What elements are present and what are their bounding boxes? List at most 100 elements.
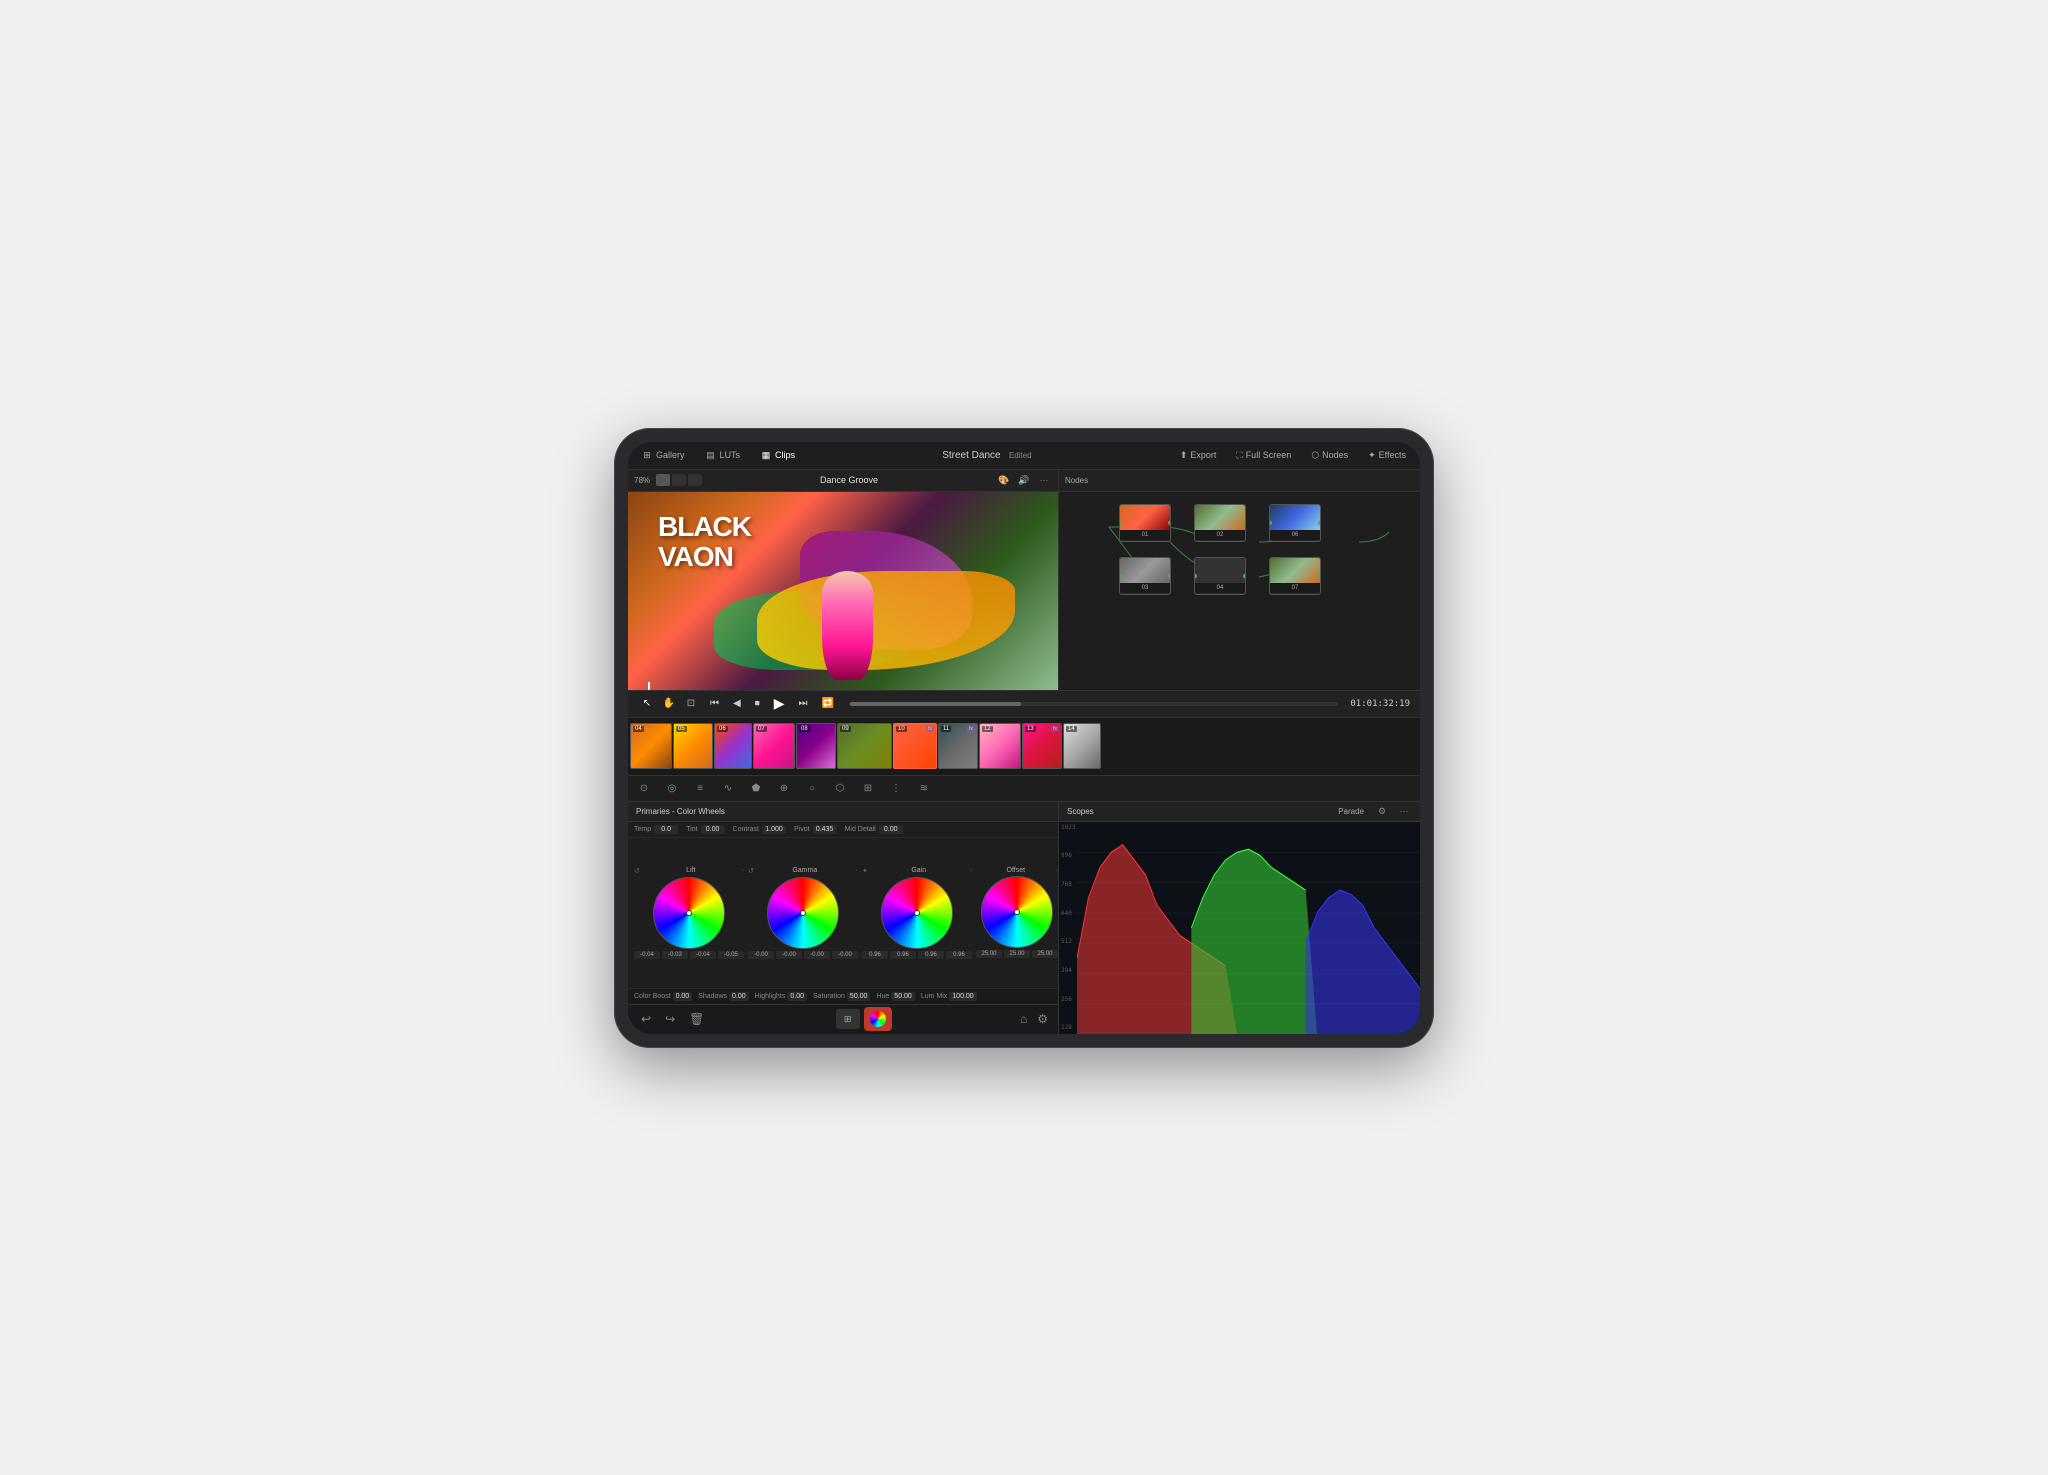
clip-06[interactable]: 06 [714,723,752,769]
scopes-settings-icon[interactable]: ⚙ [1374,803,1390,819]
lift-wheel[interactable] [653,877,725,949]
clip-08[interactable]: 08 [796,723,836,769]
view-full-btn[interactable] [656,474,670,486]
lift-dot-btn[interactable]: · [742,867,744,874]
view-split-btn[interactable] [672,474,686,486]
gamma-val-m[interactable]: -0.00 [832,951,858,959]
tint-value[interactable]: 0.00 [701,825,725,834]
nav-full-screen[interactable]: ⛶ Full Screen [1230,448,1297,463]
blur-icon[interactable]: ○ [802,778,822,798]
node-02-label: 02 [1195,530,1245,541]
color-boost-value[interactable]: 0.00 [673,992,693,1001]
nav-clips[interactable]: ▦ Clips [755,447,800,463]
lift-val-g[interactable]: -0.03 [662,951,688,959]
tracker-icon[interactable]: ⊞ [858,778,878,798]
lift-val-m[interactable]: -0.05 [718,951,744,959]
clip-11[interactable]: 11 fx [938,723,978,769]
gamma-wheel-cursor[interactable] [800,910,806,916]
skip-back-btn[interactable]: ⏮ [706,695,723,712]
gain-dot-btn[interactable]: · [970,867,972,874]
curves-icon[interactable]: ∿ [718,778,738,798]
arrow-tool[interactable]: ↖ [638,695,656,713]
gain-val-m[interactable]: 0.96 [946,951,972,959]
skip-forward-btn[interactable]: ⏭ [794,695,811,712]
crop-tool[interactable]: ⊡ [682,695,700,713]
clip-12[interactable]: 12 [979,723,1021,769]
gain-wheel[interactable] [881,877,953,949]
gamma-val-g[interactable]: -0.00 [776,951,802,959]
shadows-value[interactable]: 0.00 [729,992,749,1001]
offset-wheel[interactable] [981,876,1053,948]
stabilizer-icon[interactable]: ⋮ [886,778,906,798]
lift-val-r[interactable]: -0.04 [634,951,660,959]
node-06[interactable]: 06 [1269,504,1321,542]
loop-btn[interactable]: 🔁 [817,695,837,712]
clip-14[interactable]: 14 [1063,723,1101,769]
clip-07[interactable]: 07 [753,723,795,769]
gamma-val-r[interactable]: -0.00 [748,951,774,959]
gallery-icon: ⊞ [641,449,653,461]
offset-val-r[interactable]: 25.00 [976,950,1002,958]
nav-luts[interactable]: ▤ LUTs [700,447,746,463]
hand-tool[interactable]: ✋ [660,695,678,713]
clip-05[interactable]: 05 [673,723,713,769]
color-picker-icon[interactable]: 🎨 [996,472,1012,488]
stop-btn[interactable]: ⏹ [751,695,764,712]
wheels-icon[interactable]: ◎ [662,778,682,798]
undo-btn[interactable]: ↩ [638,1009,654,1029]
gamma-val-b[interactable]: -0.00 [804,951,830,959]
progress-bar[interactable] [850,702,1338,706]
pivot-label: Pivot [794,826,810,833]
nav-export[interactable]: ⬆ Export [1174,448,1223,463]
nav-effects[interactable]: ✦ Effects [1362,448,1412,463]
clip-09[interactable]: 09 [837,723,892,769]
clip-10[interactable]: 10 fx [893,723,937,769]
redo-btn[interactable]: ↪ [662,1009,678,1029]
gain-wheel-cursor[interactable] [914,910,920,916]
offset-val-g[interactable]: 25.00 [1004,950,1030,958]
node-02[interactable]: 02 [1194,504,1246,542]
temp-value[interactable]: 0.0 [654,825,678,834]
delete-btn[interactable]: 🗑 [686,1009,707,1029]
highlights-value[interactable]: 0.00 [787,992,807,1001]
nav-nodes[interactable]: ⬡ Nodes [1305,448,1354,463]
node-04[interactable]: 04 [1194,557,1246,595]
gain-val-b[interactable]: 0.96 [918,951,944,959]
bars-icon[interactable]: ≡ [690,778,710,798]
more-options-icon[interactable]: ··· [1036,472,1052,488]
clip-13[interactable]: 13 fx [1022,723,1062,769]
gamma-dot-btn[interactable]: · [856,867,858,874]
prev-frame-btn[interactable]: ◀ [729,695,745,712]
lift-wheel-cursor[interactable] [686,910,692,916]
play-btn[interactable]: ▶ [770,692,789,715]
audio-icon[interactable]: 🔊 [1016,472,1032,488]
settings-btn[interactable]: ⚙ [1037,1012,1048,1026]
eyedropper-icon[interactable]: ⊕ [774,778,794,798]
gain-val-r[interactable]: 0.96 [862,951,888,959]
home-btn[interactable]: ⌂ [1020,1012,1027,1026]
node-03[interactable]: 03 [1119,557,1171,595]
clip-04[interactable]: 04 [630,723,672,769]
contrast-value[interactable]: 1.000 [762,825,786,834]
mid-detail-value[interactable]: 0.00 [879,825,903,834]
hsl-icon[interactable]: ⬟ [746,778,766,798]
gamma-wheel[interactable] [767,877,839,949]
color-wheel-btn[interactable] [864,1007,892,1031]
grade-icon[interactable]: ⊙ [634,778,654,798]
offset-val-b[interactable]: 25.00 [1032,950,1058,958]
saturation-value[interactable]: 50.00 [847,992,871,1001]
nav-gallery[interactable]: ⊞ Gallery [636,447,690,463]
node-01[interactable]: 01 [1119,504,1171,542]
pivot-value[interactable]: 0.435 [813,825,837,834]
gain-val-g[interactable]: 0.96 [890,951,916,959]
view-dual-btn[interactable] [688,474,702,486]
hue-value[interactable]: 50.00 [891,992,915,1001]
scopes-more-icon[interactable]: ··· [1396,803,1412,819]
gallery-view-btn[interactable]: ⊞ [836,1009,860,1029]
audio-meter-icon[interactable]: ≋ [914,778,934,798]
lift-val-b[interactable]: -0.04 [690,951,716,959]
offset-wheel-cursor[interactable] [1014,909,1020,915]
lum-mix-value[interactable]: 100.00 [949,992,976,1001]
node-07[interactable]: 07 [1269,557,1321,595]
key-icon[interactable]: ⬡ [830,778,850,798]
